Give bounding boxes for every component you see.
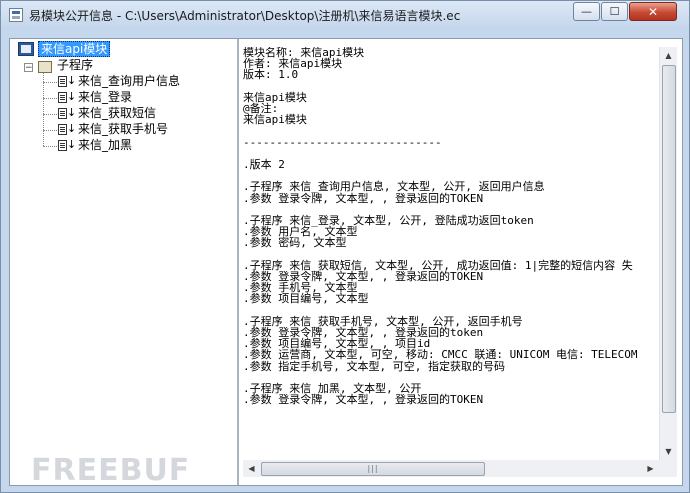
text-line: .子程序 来信_查询用户信息, 文本型, 公开, 返回用户信息 xyxy=(243,180,545,194)
scroll-up-icon[interactable]: ▲ xyxy=(660,47,677,64)
horizontal-scroll-thumb[interactable]: ||| xyxy=(261,462,485,476)
text-line: .参数 运营商, 文本型, 可空, 移动: CMCC 联通: UNICOM 电信… xyxy=(243,348,638,362)
tree-item-login[interactable]: 来信_登录 xyxy=(78,89,132,105)
text-line xyxy=(243,125,663,136)
app-icon[interactable] xyxy=(9,8,23,22)
scroll-right-icon[interactable]: ▶ xyxy=(642,460,659,477)
public-arrow-icon: ↓ xyxy=(67,90,77,103)
window-title: 易模块公开信息 - C:\Users\Administrator\Desktop… xyxy=(29,9,461,23)
subroutine-icon xyxy=(58,92,67,103)
text-line: .参数 登录令牌, 文本型, , 登录返回的TOKEN xyxy=(243,191,484,205)
tree-connector-line xyxy=(43,98,57,99)
subroutine-icon xyxy=(58,108,67,119)
client-area: 来信api模块 − 子程序 ↓ 来信_查询用户信息 ↓ 来信_登录 ↓ 来信_获… xyxy=(9,38,683,486)
subroutine-icon xyxy=(58,140,67,151)
tree-connector-line xyxy=(43,82,57,83)
text-line: 版本: 1.0 xyxy=(243,68,299,82)
text-line: 来信api模块 xyxy=(243,90,307,104)
tree-connector-line xyxy=(43,73,44,146)
text-line: .参数 项目编号, 文本型 xyxy=(243,292,369,306)
scroll-down-icon[interactable]: ▼ xyxy=(660,443,677,460)
subroutine-folder-icon xyxy=(38,61,52,73)
horizontal-scrollbar[interactable]: ◀ ||| ▶ xyxy=(243,460,659,477)
public-arrow-icon: ↓ xyxy=(67,74,77,87)
public-arrow-icon: ↓ xyxy=(67,106,77,119)
tree-item-get-sms[interactable]: 来信_获取短信 xyxy=(78,105,156,121)
text-line: .版本 2 xyxy=(243,158,285,172)
module-info-text[interactable]: 模块名称: 来信api模块 作者: 来信api模块 版本: 1.0 来信api模块 @… xyxy=(241,47,663,459)
text-line: .参数 登录令牌, 文本型, , 登录返回的TOKEN xyxy=(243,393,484,407)
app-window: 易模块公开信息 - C:\Users\Administrator\Desktop… xyxy=(0,0,690,493)
tree-item-blacklist[interactable]: 来信_加黑 xyxy=(78,137,132,153)
scrollbar-corner xyxy=(659,460,677,477)
tree-item-get-phone-number[interactable]: 来信_获取手机号 xyxy=(78,121,168,137)
text-line: 来信api模块 xyxy=(243,113,307,127)
text-line: .参数 密码, 文本型 xyxy=(243,236,347,250)
vertical-scroll-thumb[interactable] xyxy=(662,65,676,413)
maximize-button[interactable]: ☐ xyxy=(601,2,628,21)
tree-item-query-user-info[interactable]: 来信_查询用户信息 xyxy=(78,73,180,89)
subroutine-icon xyxy=(58,124,67,135)
text-line: .参数 指定手机号, 文本型, 可空, 指定获取的号码 xyxy=(243,359,505,373)
module-tree[interactable]: 来信api模块 − 子程序 ↓ 来信_查询用户信息 ↓ 来信_登录 ↓ 来信_获… xyxy=(10,39,239,485)
tree-connector-line xyxy=(43,146,57,147)
minimize-button[interactable]: — xyxy=(573,2,600,21)
tree-connector-line xyxy=(43,130,57,131)
public-arrow-icon: ↓ xyxy=(67,138,77,151)
text-line xyxy=(243,148,663,159)
watermark-logo: FREEBUF xyxy=(31,453,191,488)
public-arrow-icon: ↓ xyxy=(67,122,77,135)
tree-root-module[interactable]: 来信api模块 xyxy=(38,41,111,57)
subroutine-icon xyxy=(58,76,67,87)
scroll-left-icon[interactable]: ◀ xyxy=(243,460,260,477)
module-icon xyxy=(18,42,34,56)
text-line: 作者: 来信api模块 xyxy=(243,57,343,71)
tree-connector-line xyxy=(43,114,57,115)
text-line: ------------------------------ xyxy=(243,135,442,149)
close-button[interactable]: ✕ xyxy=(629,2,677,21)
tree-group-subroutines[interactable]: 子程序 xyxy=(57,57,93,73)
info-panel: 模块名称: 来信api模块 作者: 来信api模块 版本: 1.0 来信api模块 @… xyxy=(241,39,682,485)
vertical-scrollbar[interactable]: ▲ ▼ xyxy=(659,47,677,460)
collapse-toggle-icon[interactable]: − xyxy=(24,63,33,73)
title-bar[interactable]: 易模块公开信息 - C:\Users\Administrator\Desktop… xyxy=(1,1,689,29)
